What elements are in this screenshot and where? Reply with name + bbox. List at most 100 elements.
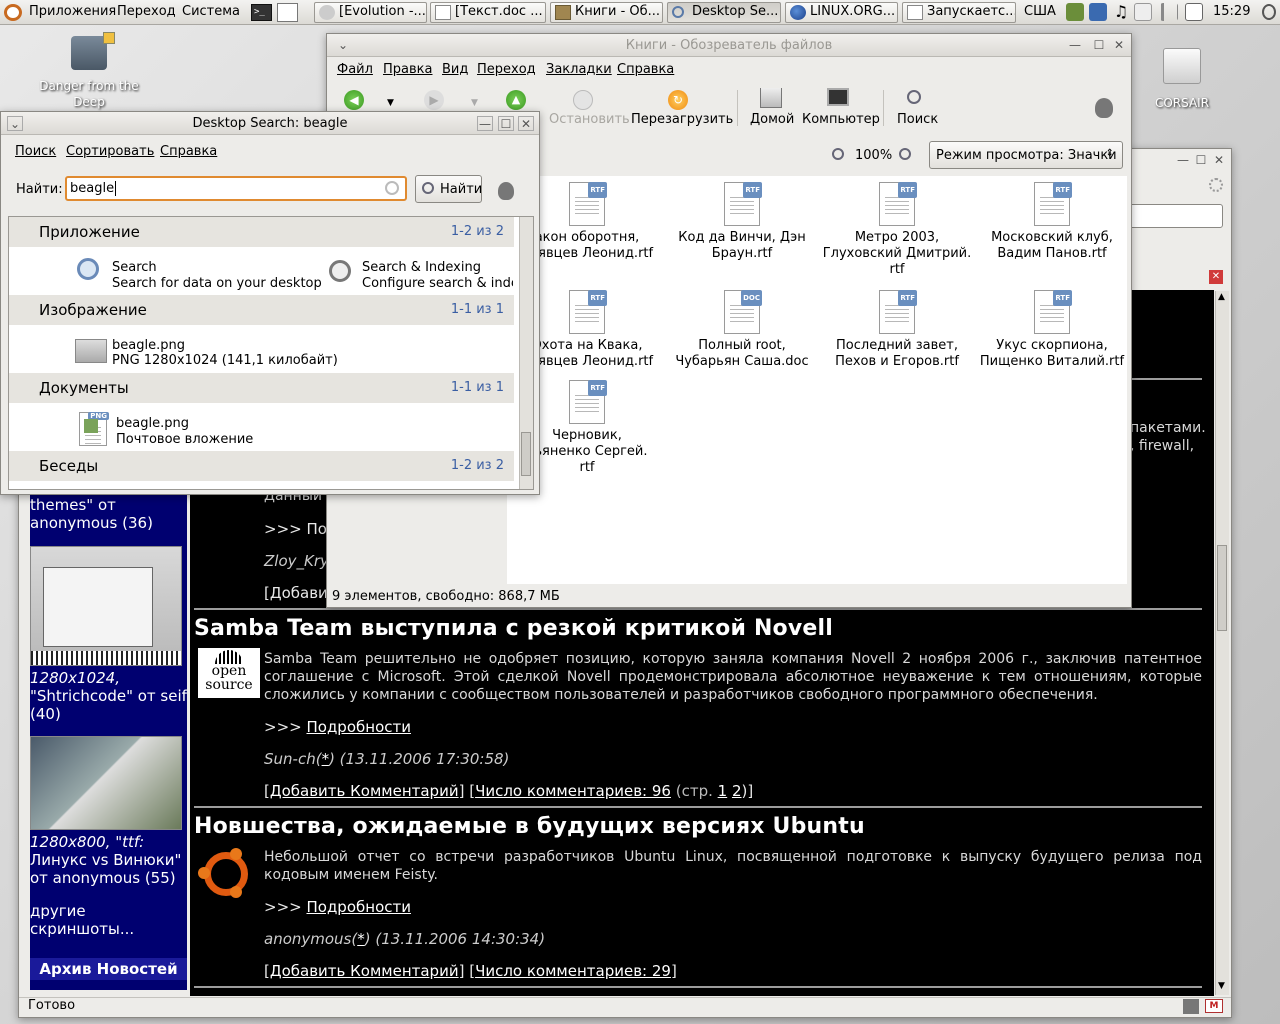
close-icon[interactable]: ✕ — [518, 116, 534, 131]
more-link[interactable]: Подробности — [306, 718, 411, 736]
volume-icon[interactable] — [1160, 3, 1178, 21]
up-arrow-icon[interactable]: ▲ — [506, 90, 526, 110]
mail-notifier-icon[interactable]: M — [1205, 999, 1223, 1013]
clipboard-icon[interactable] — [1134, 3, 1152, 21]
category-applications[interactable]: Приложение 1-2 из 2 — [9, 217, 514, 247]
add-comment-link[interactable]: [Добави — [264, 584, 328, 602]
menu-view[interactable]: Вид — [442, 62, 468, 77]
music-note-icon[interactable]: ♫ — [1112, 3, 1130, 21]
add-comment-link[interactable]: Добавить Комментарий — [270, 782, 459, 800]
stop-button[interactable]: Остановить — [549, 112, 630, 127]
scrollbar-thumb[interactable] — [521, 432, 531, 476]
search-titlebar[interactable]: Desktop Search: beagle — [1, 112, 539, 135]
power-icon[interactable] — [1262, 4, 1276, 20]
network-icon[interactable] — [1089, 3, 1107, 21]
page-link[interactable]: 1 — [718, 782, 728, 800]
task-desktop-search[interactable]: Desktop Se... — [667, 2, 781, 23]
close-icon[interactable]: ✕ — [1111, 38, 1127, 53]
home-button[interactable]: Домой — [750, 112, 794, 127]
article-title[interactable]: Новшества, ожидаемые в будущих версиях U… — [194, 814, 865, 839]
menu-applications[interactable]: Приложения — [29, 4, 116, 19]
search-icon[interactable] — [907, 90, 921, 104]
update-notifier-icon[interactable] — [1066, 3, 1084, 21]
task-text-doc[interactable]: [Текст.doc ... — [430, 2, 546, 23]
scroll-up-arrow-icon[interactable]: ▲ — [1218, 292, 1225, 302]
page-scrollbar[interactable] — [1215, 291, 1229, 995]
add-comment-link[interactable]: Добавить Комментарий — [270, 962, 459, 980]
task-launching[interactable]: Запускаетс... — [902, 2, 1016, 23]
zoom-in-icon[interactable] — [899, 148, 911, 160]
author-star-link[interactable]: * — [357, 930, 365, 948]
window-menu-icon[interactable]: ⌄ — [335, 38, 351, 53]
minimize-icon[interactable]: — — [1067, 38, 1083, 53]
result-document[interactable]: PNG beagle.png Почтовое вложение — [79, 412, 379, 450]
comments-count-link[interactable]: Число комментариев: 96 — [475, 782, 671, 800]
forward-dropdown-icon[interactable]: ▼ — [471, 98, 478, 108]
keyboard-layout[interactable]: США — [1024, 4, 1056, 19]
scroll-down-arrow-icon[interactable]: ▼ — [1218, 981, 1225, 991]
file-item[interactable]: RTF Последний завет, Пехов и Егоров.rtf — [822, 290, 972, 370]
archive-news-link[interactable]: Архив Новостей — [30, 958, 187, 980]
home-icon[interactable] — [760, 88, 782, 108]
menu-help[interactable]: Справка — [160, 144, 217, 159]
article-title[interactable]: Samba Team выступила с резкой критикой N… — [194, 616, 833, 641]
task-browser[interactable]: LINUX.ORG... — [785, 2, 898, 23]
task-file-browser[interactable]: Книги - Об... — [550, 2, 663, 23]
search-button[interactable]: Поиск — [897, 112, 938, 127]
more-screenshots-link[interactable]: другие скриншоты... — [30, 902, 187, 938]
status-addon-icon[interactable] — [1183, 999, 1199, 1014]
result-app-indexing[interactable]: Search & Indexing Configure search & ind… — [327, 258, 513, 292]
window-menu-icon[interactable]: ⌄ — [7, 116, 23, 131]
stop-icon[interactable] — [573, 90, 593, 110]
maximize-icon[interactable]: ☐ — [1193, 153, 1209, 168]
screenshot-thumbnail[interactable] — [30, 736, 182, 830]
clock[interactable]: 15:29 — [1213, 4, 1250, 19]
back-arrow-icon[interactable]: ◀ — [344, 90, 364, 110]
find-button[interactable]: Найти — [415, 175, 482, 203]
zoom-out-icon[interactable] — [832, 148, 844, 160]
maximize-icon[interactable]: ☐ — [498, 116, 514, 131]
back-dropdown-icon[interactable]: ▼ — [387, 98, 394, 108]
scrollbar-thumb[interactable] — [1217, 545, 1227, 631]
category-conversations[interactable]: Беседы 1-2 из 2 — [9, 451, 514, 481]
window-list-icon[interactable] — [1185, 3, 1203, 21]
category-documents[interactable]: Документы 1-1 из 1 — [9, 373, 514, 403]
result-image[interactable]: beagle.png PNG 1280x1024 (141,1 килобайт… — [75, 336, 375, 370]
menu-go[interactable]: Переход — [477, 62, 536, 77]
view-mode-select[interactable]: Режим просмотра: Значки ⇕ — [929, 141, 1123, 169]
clear-search-icon[interactable] — [385, 181, 399, 195]
menu-bookmarks[interactable]: Закладки — [546, 62, 612, 77]
menu-search[interactable]: Поиск — [15, 144, 56, 159]
computer-button[interactable]: Компьютер — [802, 112, 880, 127]
text-editor-launcher-icon[interactable] — [277, 3, 298, 22]
more-link[interactable]: >>> По — [264, 520, 327, 538]
menu-sort[interactable]: Сортировать — [66, 144, 154, 159]
file-item[interactable]: RTF Московский клуб, Вадим Панов.rtf — [977, 182, 1127, 262]
minimize-icon[interactable]: — — [1175, 153, 1191, 168]
page-link[interactable]: 2 — [732, 782, 742, 800]
zoom-level[interactable]: 100% — [855, 148, 892, 163]
url-field[interactable] — [1129, 204, 1223, 228]
desktop-icon-game[interactable]: Danger from the Deep — [34, 32, 144, 110]
file-item[interactable]: DOC Полный root, Чубарьян Саша.doc — [667, 290, 817, 370]
category-images[interactable]: Изображение 1-1 из 1 — [9, 295, 514, 325]
task-evolution[interactable]: [Evolution -... — [314, 2, 427, 23]
menu-help[interactable]: Справка — [617, 62, 674, 77]
file-item[interactable]: RTF Метро 2003, Глуховский Дмитрий. rtf — [822, 182, 972, 278]
file-item[interactable]: RTF Код да Винчи, Дэн Браун.rtf — [667, 182, 817, 262]
menu-system[interactable]: Система — [182, 4, 240, 19]
search-input[interactable]: beagle — [65, 176, 407, 201]
minimize-icon[interactable]: — — [477, 116, 493, 131]
comments-count-link[interactable]: Число комментариев: 29 — [475, 962, 671, 980]
close-icon[interactable]: ✕ — [1211, 153, 1227, 168]
computer-icon[interactable] — [827, 88, 849, 106]
result-app-search[interactable]: Search Search for data on your desktop — [77, 258, 322, 292]
author-star-link[interactable]: * — [322, 750, 330, 768]
menu-places[interactable]: Переход — [117, 4, 176, 19]
reload-icon[interactable]: ↻ — [668, 90, 688, 110]
screenshot-thumbnail[interactable] — [30, 546, 182, 666]
file-item[interactable]: RTF Укус скорпиона, Пищенко Виталий.rtf — [977, 290, 1127, 370]
menu-edit[interactable]: Правка — [383, 62, 432, 77]
more-link[interactable]: Подробности — [306, 898, 411, 916]
reload-button[interactable]: Перезагрузить — [631, 112, 733, 127]
